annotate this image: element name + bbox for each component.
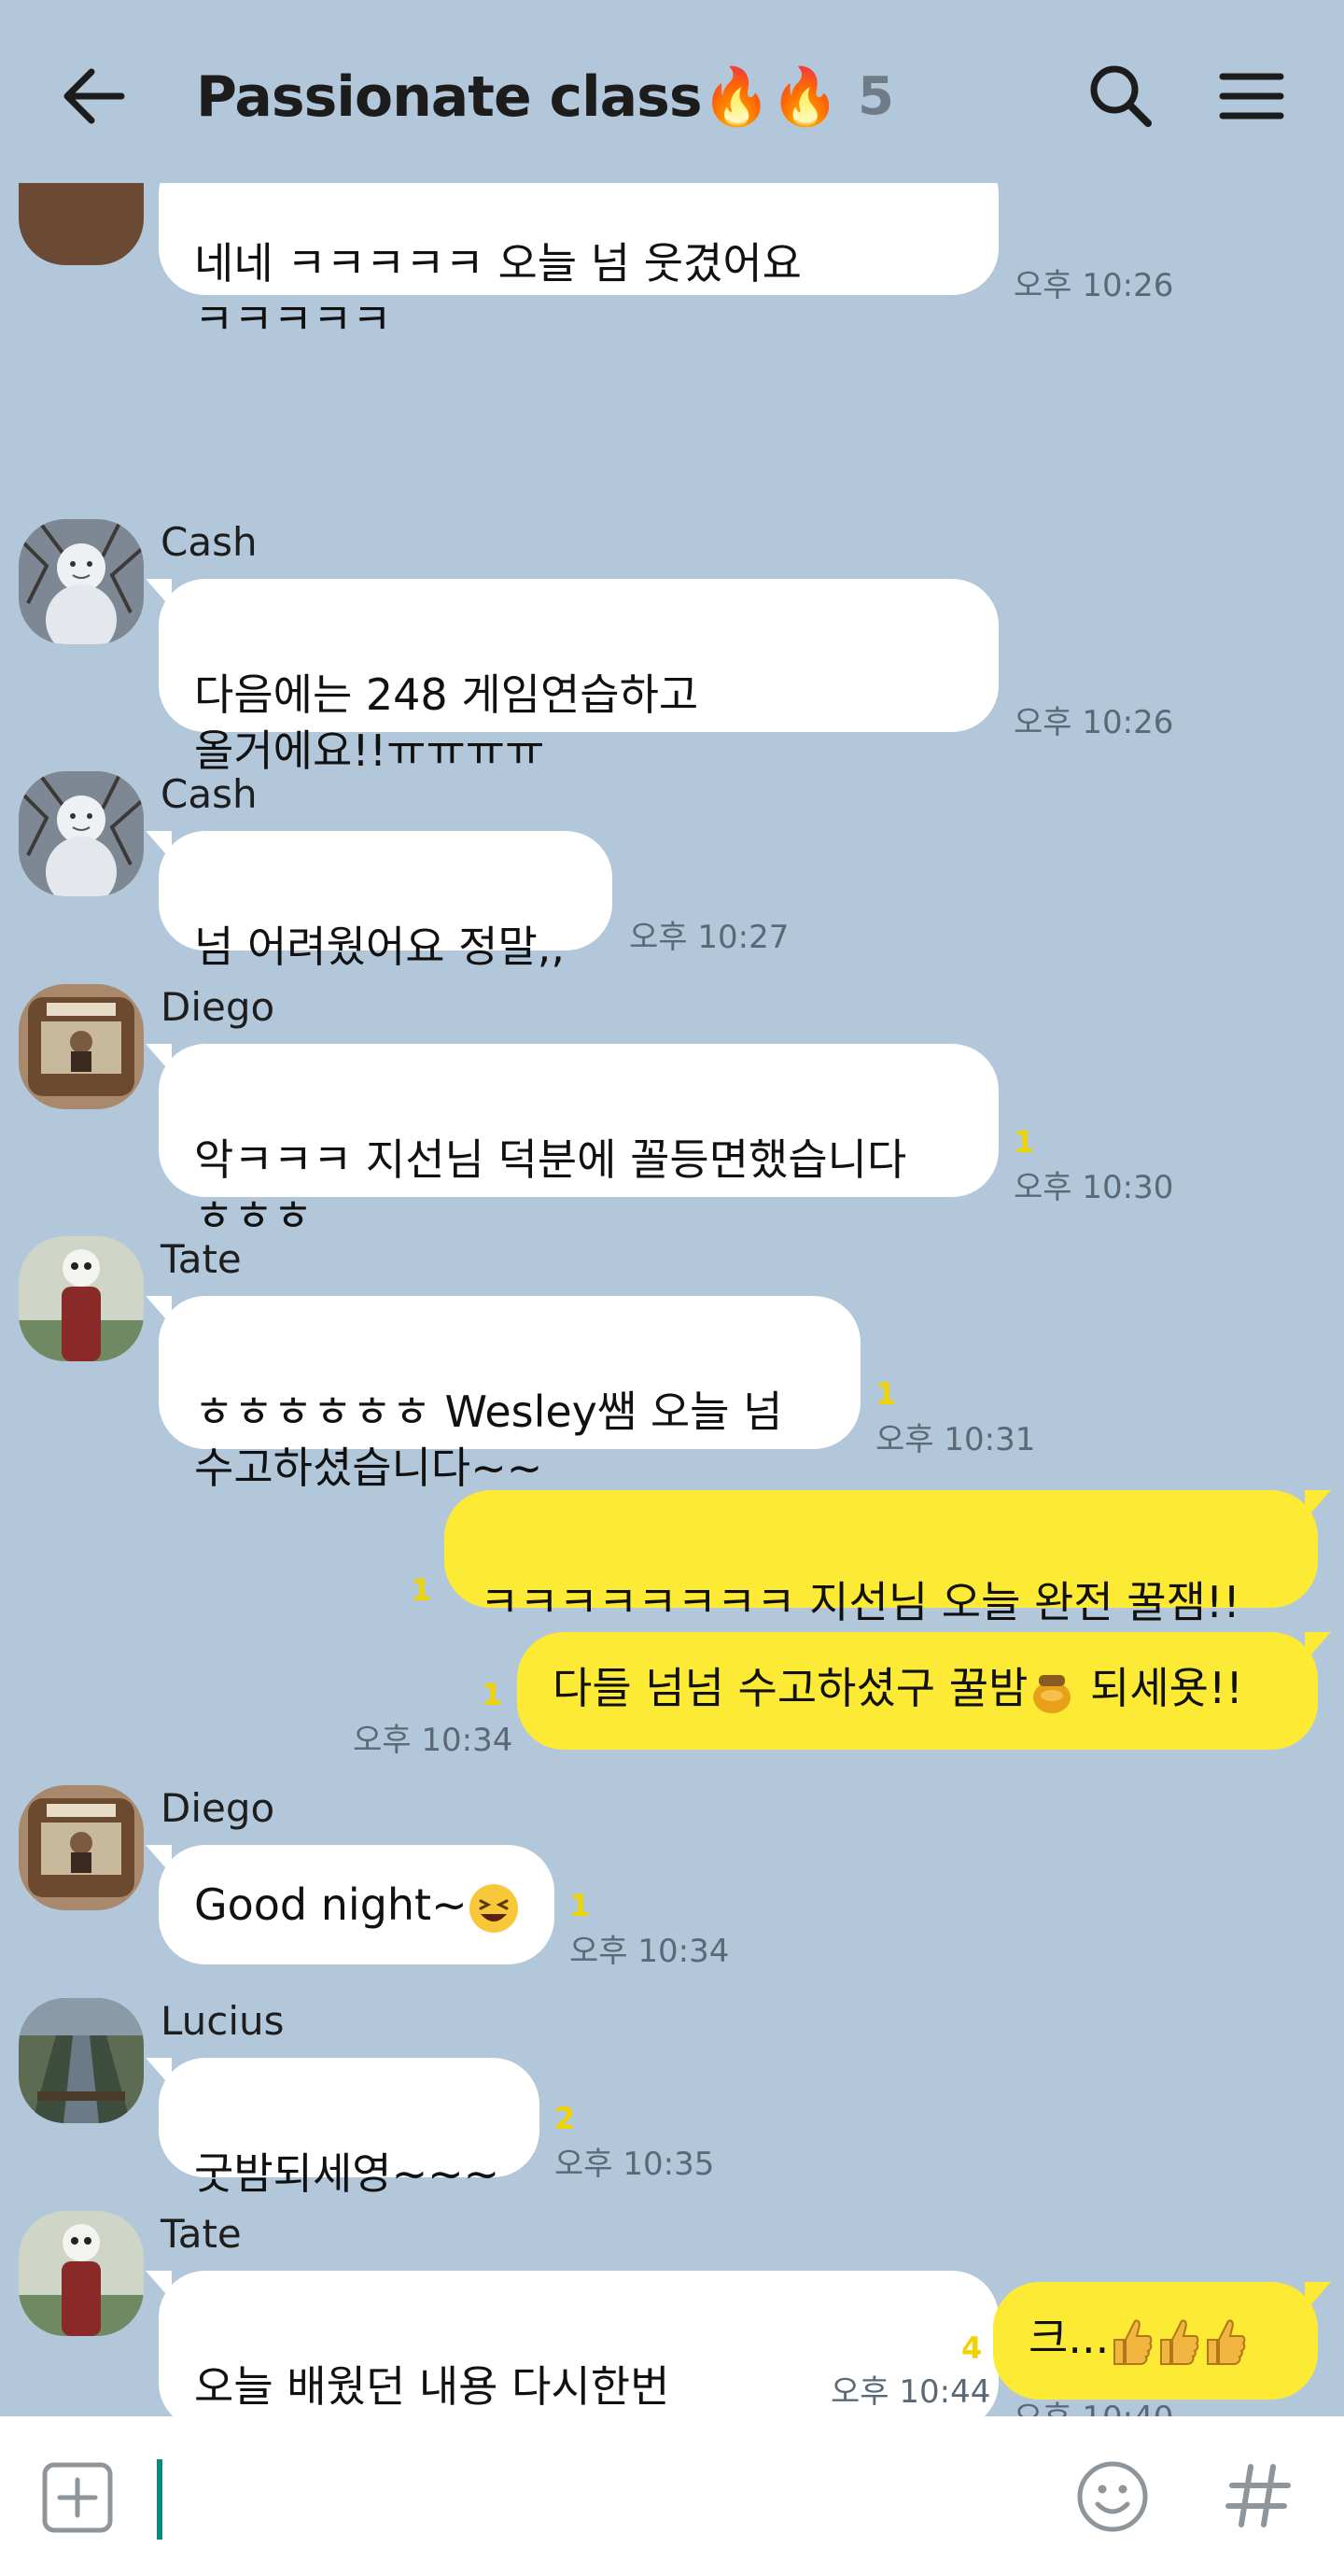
unread-count: 4 (961, 2330, 983, 2366)
message-bubble[interactable]: 다들 넘넘 수고하셨구 꿀밤 되세욧!! (517, 1632, 1331, 1750)
sender-name: Diego (161, 1785, 275, 1831)
message-row: Diego 악ㅋㅋㅋ 지선님 덕분에 꼴등면했습니다 ㅎㅎㅎ 1 오후 10:3… (0, 984, 1344, 1241)
menu-button[interactable] (1210, 54, 1294, 138)
message-text: 다음에는 248 게임연습하고 올거에요!!ㅠㅠㅠㅠ (194, 669, 699, 776)
attach-button[interactable] (41, 2461, 114, 2534)
hamburger-menu-icon (1219, 73, 1284, 120)
sender-name: Cash (161, 519, 258, 565)
message-list[interactable]: 네네 ㅋㅋㅋㅋㅋ 오늘 넘 웃겼어요 ㅋㅋㅋㅋㅋ 오후 10:26 Cash 다… (0, 183, 1344, 2416)
sender-name: Tate (161, 1236, 242, 1282)
message-bubble[interactable]: 다음에는 248 게임연습하고 올거에요!!ㅠㅠㅠㅠ (146, 579, 999, 776)
avatar[interactable] (19, 183, 144, 265)
message-text: ㅋㅋㅋㅋㅋㅋㅋㅋ 지선님 오늘 완전 꿀잼!! (480, 1577, 1240, 1627)
message-bubble[interactable]: 크... (993, 2282, 1331, 2400)
message-time: 오후 10:31 (875, 1421, 1036, 1458)
snowman-avatar-image (19, 519, 144, 644)
smiley-icon (1077, 2461, 1148, 2532)
text-caret (157, 2459, 162, 2540)
message-text: 굿밤되세영~~~ (194, 2148, 500, 2199)
message-bubble[interactable]: 네네 ㅋㅋㅋㅋㅋ 오늘 넘 웃겼어요 ㅋㅋㅋㅋㅋ (159, 183, 999, 345)
chat-title-area[interactable]: Passionate class🔥🔥 5 (196, 54, 894, 138)
message-bubble[interactable]: 굿밤되세영~~~ (146, 2058, 539, 2199)
tv-avatar-image (19, 183, 144, 265)
message-row: Tate ㅎㅎㅎㅎㅎㅎ Wesley쌤 오늘 넘 수고하셨습니다~~ 1 오후 … (0, 1236, 1344, 1493)
sender-name: Diego (161, 984, 275, 1030)
unread-count: 1 (1014, 1124, 1035, 1160)
unread-count: 1 (482, 1677, 503, 1712)
honey-pot-emoji-icon (1033, 1674, 1071, 1713)
sender-name: Tate (161, 2211, 242, 2257)
avatar[interactable] (19, 771, 144, 896)
member-count: 5 (858, 65, 894, 127)
message-time: 오후 10:26 (1014, 704, 1174, 741)
unread-count: 1 (411, 1572, 432, 1608)
plus-square-icon (42, 2462, 113, 2533)
hashtag-button[interactable] (1219, 2454, 1297, 2538)
avatar[interactable] (19, 1785, 144, 1910)
message-row: Lucius 굿밤되세영~~~ 2 오후 10:35 (0, 1998, 1344, 2199)
skeleton-avatar-image (19, 1236, 144, 1361)
message-text: 네네 ㅋㅋㅋㅋㅋ 오늘 넘 웃겼어요 ㅋㅋㅋㅋㅋ (194, 238, 802, 345)
message-text-end: 되세욧!! (1076, 1663, 1243, 1713)
thumbs-up-emoji-icon (1113, 2319, 1246, 2365)
tv-avatar-image (19, 984, 144, 1109)
unread-count: 2 (554, 2101, 576, 2136)
message-bubble[interactable]: ㅋㅋㅋㅋㅋㅋㅋㅋ 지선님 오늘 완전 꿀잼!! (444, 1490, 1331, 1627)
tv-avatar-image (19, 1785, 144, 1910)
message-time: 오후 10:44 (831, 2373, 991, 2411)
arrow-left-icon (63, 68, 125, 124)
stream-avatar-image (19, 1998, 144, 2123)
message-row: 네네 ㅋㅋㅋㅋㅋ 오늘 넘 웃겼어요 ㅋㅋㅋㅋㅋ 오후 10:26 (0, 183, 1344, 486)
message-text: 악ㅋㅋㅋ 지선님 덕분에 꼴등면했습니다 ㅎㅎㅎ (194, 1134, 907, 1241)
message-time: 오후 10:34 (569, 1933, 730, 1970)
message-time: 오후 10:34 (353, 1722, 513, 1759)
message-input-bar (0, 2416, 1344, 2576)
message-row: 4 오후 10:44 크... (0, 2282, 1344, 2413)
message-time: 오후 10:27 (629, 919, 790, 956)
message-bubble[interactable]: 넘 어려웠어요 정말,, (146, 831, 612, 972)
message-row: Cash 넘 어려웠어요 정말,, 오후 10:27 (0, 771, 1344, 972)
hashtag-icon (1225, 2464, 1291, 2527)
unread-count: 1 (875, 1376, 897, 1412)
message-row: 1 오후 10:34 다들 넘넘 수고하셨구 꿀밤 되세욧!! (0, 1632, 1344, 1759)
message-bubble[interactable]: ㅎㅎㅎㅎㅎㅎ Wesley쌤 오늘 넘 수고하셨습니다~~ (146, 1296, 861, 1493)
message-text: 넘 어려웠어요 정말,, (194, 922, 566, 972)
laughing-emoji-icon (469, 1883, 518, 1933)
message-text: 다들 넘넘 수고하셨구 꿀밤 (553, 1663, 1029, 1713)
chat-title: Passionate class🔥🔥 (196, 63, 840, 130)
avatar[interactable] (19, 984, 144, 1109)
sender-name: Lucius (161, 1998, 285, 2044)
search-icon (1090, 65, 1152, 127)
sender-name: Cash (161, 771, 258, 817)
snowman-avatar-image (19, 771, 144, 896)
message-time: 오후 10:35 (554, 2146, 715, 2183)
emoji-button[interactable] (1073, 2457, 1152, 2536)
message-row: Cash 다음에는 248 게임연습하고 올거에요!!ㅠㅠㅠㅠ 오후 10:26 (0, 519, 1344, 776)
avatar[interactable] (19, 1998, 144, 2123)
message-bubble[interactable]: 악ㅋㅋㅋ 지선님 덕분에 꼴등면했습니다 ㅎㅎㅎ (146, 1044, 999, 1241)
message-bubble[interactable]: Good night~ (146, 1845, 554, 1964)
message-time: 오후 10:30 (1014, 1169, 1174, 1206)
unread-count: 1 (569, 1888, 591, 1923)
avatar[interactable] (19, 1236, 144, 1361)
message-text: ㅎㅎㅎㅎㅎㅎ Wesley쌤 오늘 넘 수고하셨습니다~~ (194, 1387, 783, 1493)
message-time: 오후 10:26 (1014, 267, 1174, 304)
chat-header: Passionate class🔥🔥 5 (0, 0, 1344, 183)
back-button[interactable] (52, 54, 136, 138)
message-text: Good night~ (194, 1879, 468, 1930)
avatar[interactable] (19, 519, 144, 644)
message-input[interactable] (168, 2454, 1008, 2538)
message-row: Diego Good night~ 1 오후 10:34 (0, 1785, 1344, 1972)
message-row: 1 ㅋㅋㅋㅋㅋㅋㅋㅋ 지선님 오늘 완전 꿀잼!! (0, 1490, 1344, 1627)
search-button[interactable] (1079, 54, 1163, 138)
message-text: 크... (1029, 2313, 1110, 2363)
